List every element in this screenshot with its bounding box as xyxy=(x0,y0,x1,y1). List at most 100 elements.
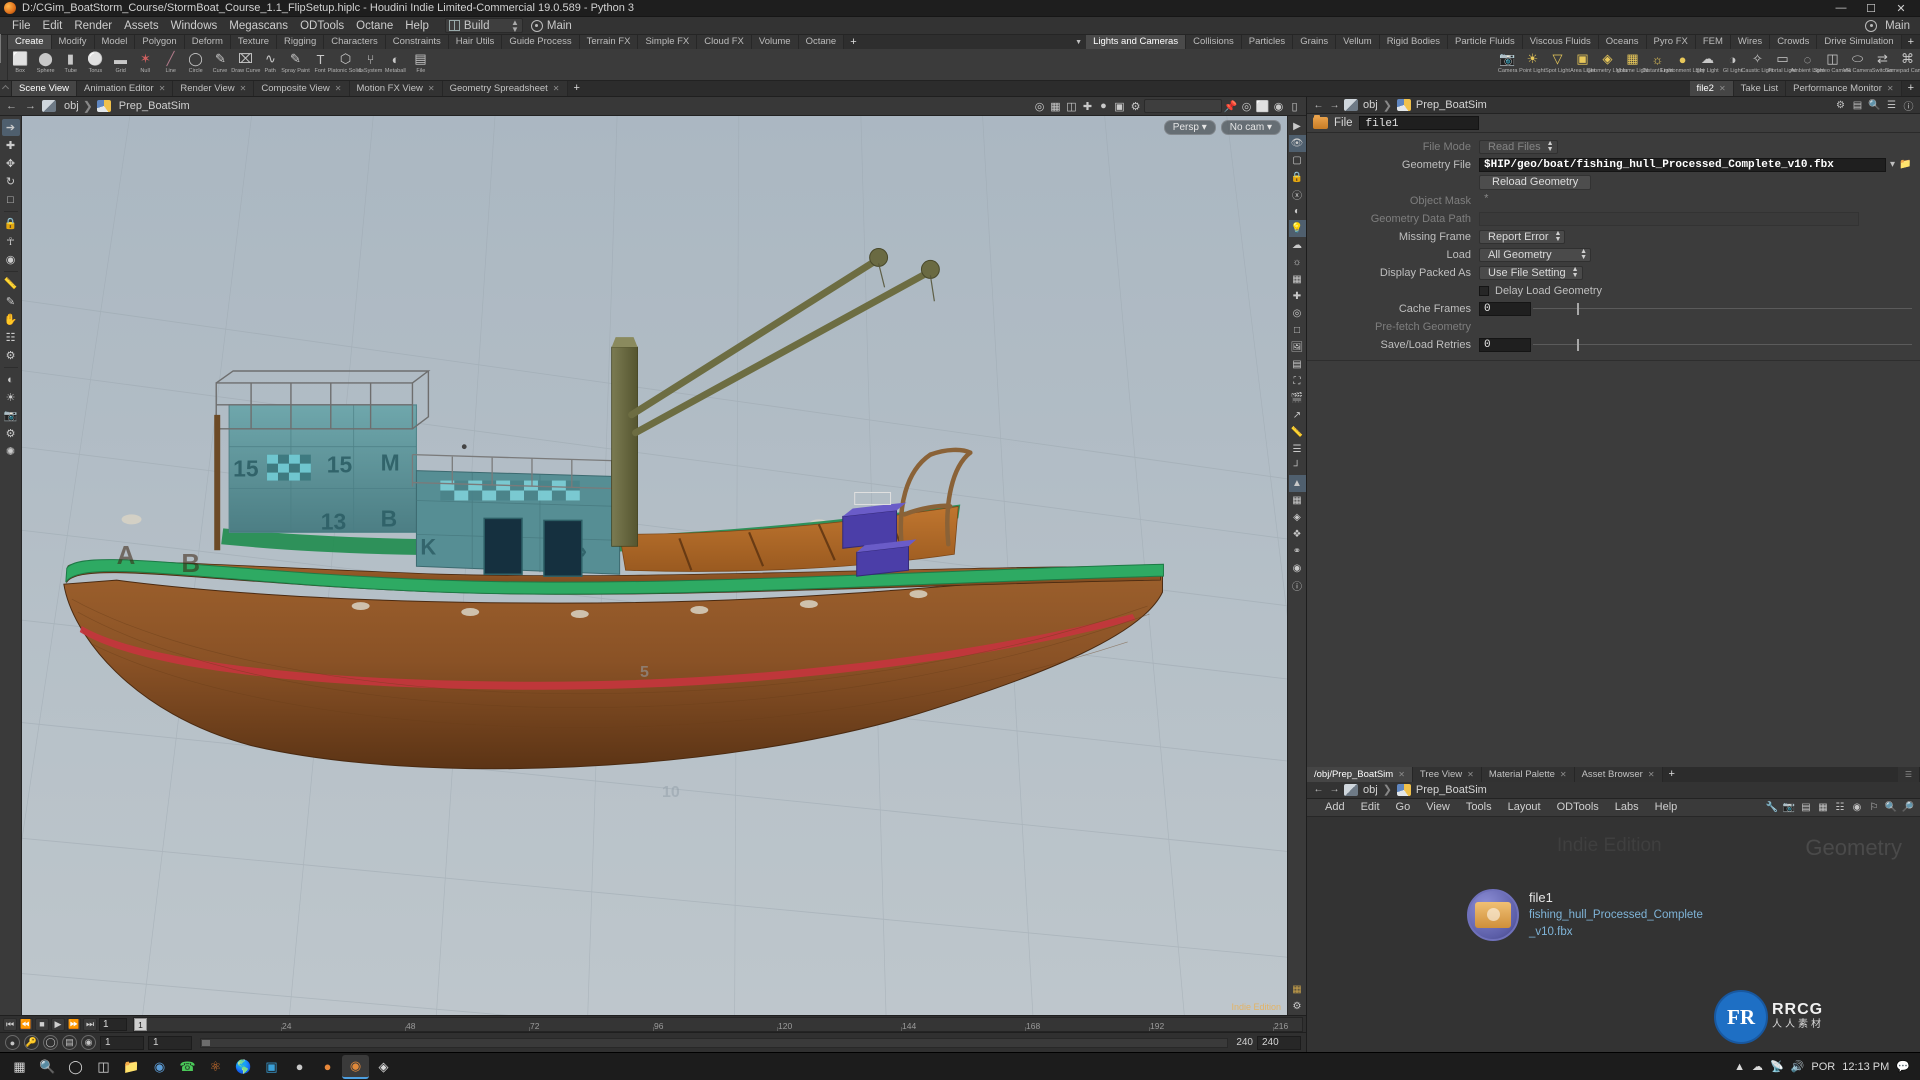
shelf-tool-torus[interactable]: ⚪ Torus xyxy=(83,49,108,75)
shelf-tab-model[interactable]: Model xyxy=(94,35,136,49)
network-node-file1[interactable]: file1 fishing_hull_Processed_Complete _v… xyxy=(1467,888,1703,941)
menu-edit[interactable]: Edit xyxy=(37,17,69,35)
menu-assets[interactable]: Assets xyxy=(118,17,165,35)
missing-frame-menu[interactable]: Report Error ▲ ▼ xyxy=(1479,229,1566,244)
capture-icon[interactable]: ⚙ xyxy=(2,425,20,442)
origin-icon[interactable]: ◎ xyxy=(1289,305,1306,322)
close-icon[interactable]: ✕ xyxy=(335,81,342,96)
cube-view-icon[interactable]: ⬜ xyxy=(1255,99,1270,114)
whatsapp-icon[interactable]: ☎ xyxy=(174,1055,201,1079)
shelf-tab-hair-utils[interactable]: Hair Utils xyxy=(448,35,503,49)
align-icon[interactable]: ☷ xyxy=(1833,800,1847,814)
grid-display-icon[interactable]: ▦ xyxy=(1289,271,1306,288)
snap-prim-icon[interactable]: ◈ xyxy=(1289,509,1306,526)
geometry-data-path-field[interactable] xyxy=(1479,211,1859,226)
pane-grip[interactable] xyxy=(0,81,12,96)
close-icon[interactable]: ✕ xyxy=(428,81,435,96)
file-browser-icon[interactable]: 📁 xyxy=(1899,158,1912,171)
target-icon[interactable]: ◎ xyxy=(1239,99,1254,114)
cache-frames-field[interactable]: 0 xyxy=(1479,301,1531,316)
pane-tab-animation-editor[interactable]: Animation Editor ✕ xyxy=(77,81,174,96)
shelf-tab-constraints[interactable]: Constraints xyxy=(385,35,449,49)
light-tool-icon[interactable]: ☀ xyxy=(2,389,20,406)
shelf-add-tab-left-button[interactable]: + xyxy=(844,35,862,49)
gear-icon[interactable]: ⚙ xyxy=(1834,99,1847,112)
network-canvas[interactable]: Indie Edition Geometry file1 fishing_hul… xyxy=(1307,816,1920,1052)
network-menu-add[interactable]: Add xyxy=(1317,799,1353,816)
shelf-tab-vellum[interactable]: Vellum xyxy=(1336,35,1380,49)
breadcrumb-node[interactable]: Prep_BoatSim xyxy=(115,100,190,112)
edit-icon[interactable]: ⚙ xyxy=(2,347,20,364)
range-current-field[interactable]: 1 xyxy=(148,1035,192,1050)
shelf-tab-oceans[interactable]: Oceans xyxy=(1598,35,1647,49)
viewport-layout-selector[interactable]: Main xyxy=(530,19,572,32)
shelf-tool-sky-light[interactable]: ☁ Sky Light xyxy=(1695,49,1720,75)
back-arrow-icon[interactable]: ← xyxy=(1312,99,1325,112)
tray-network-icon[interactable]: 📡 xyxy=(1770,1060,1784,1073)
shelf-tab-fem[interactable]: FEM xyxy=(1695,35,1731,49)
wire-icon[interactable]: ☰ xyxy=(1289,441,1306,458)
file-mode-menu[interactable]: Read Files ▲ ▼ xyxy=(1479,139,1558,154)
point-light-display-icon[interactable]: ☁ xyxy=(1289,237,1306,254)
frame-icon[interactable]: ⛶ xyxy=(1289,373,1306,390)
close-button[interactable]: ✕ xyxy=(1886,0,1916,17)
snap-point-icon[interactable]: ◎ xyxy=(1032,99,1047,114)
shelf-tool-volume-light[interactable]: ▦ Volume Light xyxy=(1617,49,1649,75)
network-breadcrumb-node[interactable]: Prep_BoatSim xyxy=(1416,784,1487,796)
range-end-field[interactable]: 240 xyxy=(1257,1035,1301,1050)
shelf-tool-box[interactable]: ⬜ Box xyxy=(8,49,33,75)
search-icon[interactable]: 🔍 xyxy=(34,1055,61,1079)
delay-load-geometry-checkbox[interactable] xyxy=(1479,285,1489,296)
chevron-right-icon[interactable]: ▶ xyxy=(1289,118,1306,135)
shelf-tab-viscous-fluids[interactable]: Viscous Fluids xyxy=(1522,35,1599,49)
close-icon[interactable]: ✕ xyxy=(1467,767,1474,782)
shelf-tab-grains[interactable]: Grains xyxy=(1293,35,1337,49)
handle-align-icon[interactable]: ✚ xyxy=(1080,99,1095,114)
viewport-layout-icon[interactable]: ▣ xyxy=(1112,99,1127,114)
shelf-tool-circle[interactable]: ◯ Circle xyxy=(183,49,208,75)
soft-select-icon[interactable]: ◉ xyxy=(2,251,20,268)
pane-tab-scene-view[interactable]: Scene View xyxy=(12,81,77,96)
shelf-tool-file[interactable]: ▤ File xyxy=(408,49,433,75)
display-options-icon[interactable]: 👁 xyxy=(1288,135,1306,152)
shelf-tab-polygon[interactable]: Polygon xyxy=(135,35,185,49)
tray-clock[interactable]: 12:13 PM xyxy=(1842,1061,1889,1073)
tray-chevron-icon[interactable]: ▲ xyxy=(1734,1061,1745,1073)
shelf-tool-gamepad-camera[interactable]: ⌘ Gamepad Camera xyxy=(1885,49,1920,75)
help-icon[interactable]: ⓘ xyxy=(1902,99,1915,113)
grid-layout-icon[interactable]: ▦ xyxy=(1816,800,1830,814)
tray-cloud-icon[interactable]: ☁ xyxy=(1752,1060,1763,1073)
pane-add-tab-right-button[interactable]: + xyxy=(1902,81,1920,96)
network-menu-layout[interactable]: Layout xyxy=(1500,799,1549,816)
shelf-tool-metaball[interactable]: ◐ Metaball xyxy=(383,49,408,75)
shelf-tool-spray-paint[interactable]: ✎ Spray Paint xyxy=(281,49,310,75)
zoom-in-icon[interactable]: 🔍 xyxy=(1884,800,1898,814)
grid-toggle-icon[interactable]: ▦ xyxy=(1289,981,1306,998)
step-back-button[interactable]: ⏪ xyxy=(19,1017,33,1031)
pane-tab-render-view[interactable]: Render View ✕ xyxy=(173,81,255,96)
auto-key-icon[interactable]: ● xyxy=(5,1035,20,1050)
breadcrumb-obj-label[interactable]: obj xyxy=(1363,99,1378,111)
normals-icon[interactable]: ↗ xyxy=(1289,407,1306,424)
step-forward-button[interactable]: ⏩ xyxy=(67,1017,81,1031)
network-add-tab-button[interactable]: + xyxy=(1663,767,1681,782)
close-icon[interactable]: ✕ xyxy=(553,81,560,96)
network-menu-edit[interactable]: Edit xyxy=(1353,799,1388,816)
select-arrow-icon[interactable]: ➔ xyxy=(1,119,20,136)
shelf-tool-line[interactable]: ╱ Line xyxy=(158,49,183,75)
shelf-tool-platonic-solids[interactable]: ⬡ Platonic Solids xyxy=(327,49,363,75)
network-tab-obj-prep-boatsim[interactable]: /obj/Prep_BoatSim ✕ xyxy=(1307,766,1413,782)
pane-tab-take-list[interactable]: Take List xyxy=(1733,81,1787,96)
channel-icon[interactable]: ▤ xyxy=(62,1035,77,1050)
network-menu-view[interactable]: View xyxy=(1418,799,1458,816)
shelf-tab-octane[interactable]: Octane xyxy=(798,35,845,49)
shelf-tool-grid[interactable]: ▬ Grid xyxy=(108,49,133,75)
maps-icon[interactable]: 🌎 xyxy=(230,1055,257,1079)
shelf-tab-deform[interactable]: Deform xyxy=(184,35,231,49)
panel-icon[interactable]: ▯ xyxy=(1287,99,1302,114)
tray-language[interactable]: POR xyxy=(1811,1061,1835,1073)
close-icon[interactable]: ✕ xyxy=(1648,767,1655,782)
bg-image-icon[interactable]: 🖼 xyxy=(1289,339,1306,356)
network-menu-labs[interactable]: Labs xyxy=(1607,799,1647,816)
load-menu[interactable]: All Geometry ▲ ▼ xyxy=(1479,247,1591,262)
